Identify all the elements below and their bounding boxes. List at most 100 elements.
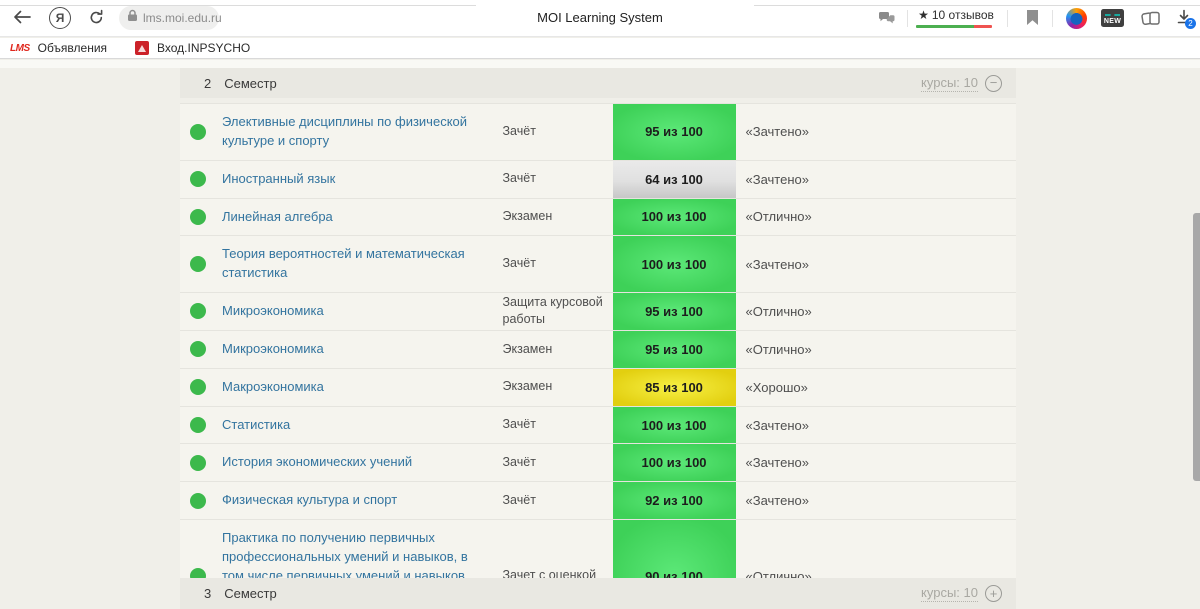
chat-feedback-icon[interactable]: [878, 11, 896, 31]
score-badge: 100 из 100: [613, 236, 736, 292]
assessment-type: Зачёт: [503, 104, 613, 160]
courses-toggle[interactable]: курсы: 10 −: [921, 75, 1002, 92]
score-text: 92 из 100: [645, 493, 703, 508]
score-text: 95 из 100: [645, 124, 703, 139]
table-row: Иностранный языкЗачёт64 из 100«Зачтено»: [180, 161, 1016, 199]
status-dot-icon: [190, 303, 206, 319]
url-text: lms.moi.edu.ru: [143, 11, 222, 25]
lms-favicon: LMS: [10, 43, 30, 54]
table-row: СтатистикаЗачёт100 из 100«Зачтено»: [180, 407, 1016, 445]
status-dot-icon: [190, 124, 206, 140]
table-row: Линейная алгебра Экзамен 100 из 100 «Отличн…: [180, 199, 1016, 237]
course-link[interactable]: Теория вероятностей и математическая ста…: [222, 245, 493, 283]
status-dot-icon: [190, 417, 206, 433]
extension-browser-icon[interactable]: [1066, 8, 1087, 29]
table-row: История экономических учений Зачёт 100 из …: [180, 444, 1016, 482]
back-arrow-icon: [12, 9, 32, 28]
assessment-type: Экзамен: [503, 369, 613, 406]
bookmark-item-lms[interactable]: LMS Объявления: [10, 41, 107, 55]
browser-toolbar: Я lms.moi.edu.ru MOI Learning System ★10…: [0, 0, 1200, 37]
grade-text: «Зачтено»: [736, 236, 1017, 292]
score-text: 85 из 100: [645, 380, 703, 395]
semester-footer-bar: 3 Семестр курсы: 10 +: [180, 578, 1016, 609]
course-name-cell: Теория вероятностей и математическая ста…: [222, 236, 503, 292]
tab-strip-line: [754, 5, 1200, 6]
toolbar-separator: [907, 10, 908, 27]
lock-icon: [127, 9, 138, 27]
score-text: 100 из 100: [641, 209, 706, 224]
course-link[interactable]: Микроэкономика: [222, 302, 324, 321]
rating-bar-green: [916, 25, 974, 28]
status-cell: [180, 199, 222, 236]
status-dot-icon: [190, 379, 206, 395]
course-link[interactable]: Иностранный язык: [222, 170, 335, 189]
status-dot-icon: [190, 493, 206, 509]
course-link[interactable]: Линейная алгебра: [222, 208, 333, 227]
grade-text: «Хорошо»: [736, 369, 1017, 406]
scrollbar-thumb[interactable]: [1193, 213, 1200, 481]
course-link[interactable]: Микроэкономика: [222, 340, 324, 359]
status-cell: [180, 369, 222, 406]
assessment-type: Экзамен: [503, 199, 613, 236]
semester-label: Семестр: [224, 76, 276, 91]
collections-icon[interactable]: [1141, 10, 1161, 31]
grade-text: «Зачтено»: [736, 104, 1017, 160]
course-link[interactable]: Физическая культура и спорт: [222, 491, 397, 510]
grade-text: «Отлично»: [736, 293, 1017, 330]
refresh-icon: [88, 9, 105, 29]
course-name-cell: Иностранный язык: [222, 161, 503, 198]
refresh-button[interactable]: [88, 9, 105, 29]
status-dot-icon: [190, 209, 206, 225]
course-name-cell: Микроэкономика: [222, 331, 503, 368]
course-link[interactable]: Статистика: [222, 416, 290, 435]
pyramid-glyph: [138, 45, 146, 52]
status-cell: [180, 407, 222, 444]
grade-text: «Отлично»: [736, 199, 1017, 236]
assessment-type: Зачёт: [503, 444, 613, 481]
score-badge: 95 из 100: [613, 331, 736, 368]
yandex-logo-icon[interactable]: Я: [49, 7, 71, 29]
downloads-button[interactable]: 2: [1176, 9, 1192, 30]
status-dot-icon: [190, 256, 206, 272]
bookmark-flag-icon[interactable]: [1027, 10, 1038, 25]
status-dot-icon: [190, 341, 206, 357]
bookmark-label: Объявления: [38, 41, 107, 55]
site-reviews-widget[interactable]: ★10 отзывов: [916, 8, 996, 28]
courses-count-text: курсы: 10: [921, 585, 978, 602]
score-badge: 85 из 100: [613, 369, 736, 406]
back-button[interactable]: [12, 9, 32, 28]
table-row: Теория вероятностей и математическая ста…: [180, 236, 1016, 293]
score-badge: 100 из 100: [613, 444, 736, 481]
bookmarks-bar: LMS Объявления Вход.INPSYCHO: [0, 38, 1200, 59]
status-dot-icon: [190, 455, 206, 471]
course-name-cell: Линейная алгебра: [222, 199, 503, 236]
address-bar[interactable]: lms.moi.edu.ru: [119, 6, 219, 30]
rating-bar-red: [974, 25, 992, 28]
score-text: 100 из 100: [641, 455, 706, 470]
score-badge: 95 из 100: [613, 104, 736, 160]
course-rows: Элективные дисциплины по физической куль…: [180, 103, 1016, 609]
course-link[interactable]: Элективные дисциплины по физической куль…: [222, 113, 493, 151]
score-badge: 100 из 100: [613, 199, 736, 236]
toolbar-separator: [1052, 10, 1053, 27]
bookmark-item-inpsycho[interactable]: Вход.INPSYCHO: [135, 41, 250, 55]
course-link[interactable]: Макроэкономика: [222, 378, 324, 397]
course-name-cell: Физическая культура и спорт: [222, 482, 503, 519]
assessment-type: Экзамен: [503, 331, 613, 368]
new-badge-dashes: [1105, 14, 1120, 16]
score-badge: 100 из 100: [613, 407, 736, 444]
courses-toggle[interactable]: курсы: 10 +: [921, 585, 1002, 602]
table-row: МикроэкономикаЭкзамен95 из 100«Отлично»: [180, 331, 1016, 369]
grade-text: «Зачтено»: [736, 407, 1017, 444]
course-name-cell: Статистика: [222, 407, 503, 444]
table-row: МикроэкономикаЗащита курсовой работы95 и…: [180, 293, 1016, 331]
status-cell: [180, 104, 222, 160]
status-cell: [180, 161, 222, 198]
score-badge: 64 из 100: [613, 161, 736, 198]
expand-icon[interactable]: +: [985, 585, 1002, 602]
reviews-count-label: 10 отзывов: [932, 8, 994, 22]
collapse-icon[interactable]: −: [985, 75, 1002, 92]
course-link[interactable]: История экономических учений: [222, 453, 412, 472]
new-badge-icon[interactable]: NEW: [1101, 9, 1124, 27]
new-badge-label: NEW: [1104, 18, 1121, 25]
